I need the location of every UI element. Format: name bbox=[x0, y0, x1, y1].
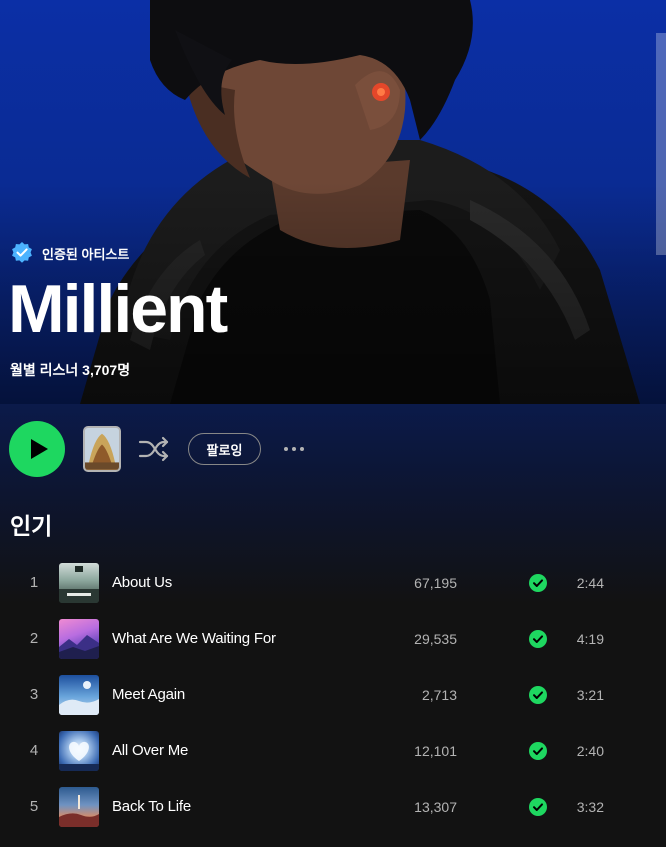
scrollbar[interactable] bbox=[656, 33, 666, 255]
table-row[interactable]: 3 Meet Again 2,713 3:21 bbox=[0, 667, 666, 723]
track-number: 4 bbox=[29, 742, 39, 759]
saved-check-icon[interactable] bbox=[529, 686, 547, 704]
track-number: 1 bbox=[29, 574, 39, 591]
saved-check-icon[interactable] bbox=[529, 630, 547, 648]
verified-badge: 인증된 아티스트 bbox=[10, 242, 129, 264]
more-dot-icon bbox=[284, 447, 288, 451]
track-number: 3 bbox=[29, 686, 39, 703]
track-cover-image bbox=[59, 675, 99, 715]
track-title[interactable]: What Are We Waiting For bbox=[112, 630, 276, 647]
track-cover-image bbox=[59, 731, 99, 771]
popular-section-title: 인기 bbox=[10, 513, 53, 539]
track-play-count: 2,713 bbox=[421, 687, 457, 703]
artist-pick-thumbnail[interactable] bbox=[83, 426, 121, 472]
table-row[interactable]: 1 About Us 67,195 2:44 bbox=[0, 555, 666, 611]
track-duration: 4:19 bbox=[576, 631, 604, 647]
artist-pick-image bbox=[85, 428, 119, 470]
table-row[interactable]: 4 All Over Me 12,101 2:40 bbox=[0, 723, 666, 779]
more-dot-icon bbox=[300, 447, 304, 451]
track-play-count: 12,101 bbox=[414, 743, 457, 759]
verified-label: 인증된 아티스트 bbox=[42, 246, 130, 262]
more-options-button[interactable] bbox=[278, 436, 310, 462]
track-duration: 3:32 bbox=[576, 799, 604, 815]
track-title[interactable]: All Over Me bbox=[112, 742, 188, 759]
saved-check-icon[interactable] bbox=[529, 798, 547, 816]
track-duration: 3:21 bbox=[576, 687, 604, 703]
shuffle-icon bbox=[138, 436, 169, 462]
track-title[interactable]: About Us bbox=[112, 574, 172, 591]
track-duration: 2:40 bbox=[576, 743, 604, 759]
track-cover-image bbox=[59, 563, 99, 603]
play-button[interactable] bbox=[9, 421, 65, 477]
table-row[interactable]: 5 Back To Life 13,307 3:32 bbox=[0, 779, 666, 835]
play-icon bbox=[30, 439, 48, 459]
monthly-listeners: 월별 리스너 3,707명 bbox=[10, 362, 131, 378]
track-cover-image bbox=[59, 619, 99, 659]
track-cover-image bbox=[59, 787, 99, 827]
track-play-count: 67,195 bbox=[414, 575, 457, 591]
table-row[interactable]: 2 What Are We Waiting For 29,535 4:19 bbox=[0, 611, 666, 667]
track-number: 5 bbox=[29, 798, 39, 815]
verified-check-icon bbox=[12, 242, 32, 263]
artist-name: Millient bbox=[8, 271, 228, 347]
track-play-count: 29,535 bbox=[414, 631, 457, 647]
track-duration: 2:44 bbox=[576, 575, 604, 591]
shuffle-button[interactable] bbox=[137, 434, 171, 464]
saved-check-icon[interactable] bbox=[529, 742, 547, 760]
popular-track-list: 1 About Us 67,195 2:44 2 What Are We Wai… bbox=[0, 555, 666, 835]
track-play-count: 13,307 bbox=[414, 799, 457, 815]
saved-check-icon[interactable] bbox=[529, 574, 547, 592]
track-title[interactable]: Meet Again bbox=[112, 686, 185, 703]
more-dot-icon bbox=[292, 447, 296, 451]
track-number: 2 bbox=[29, 630, 39, 647]
artist-header: 인증된 아티스트 Millient 월별 리스너 3,707명 bbox=[0, 0, 666, 404]
track-title[interactable]: Back To Life bbox=[112, 798, 191, 815]
following-button[interactable]: 팔로잉 bbox=[188, 433, 261, 465]
